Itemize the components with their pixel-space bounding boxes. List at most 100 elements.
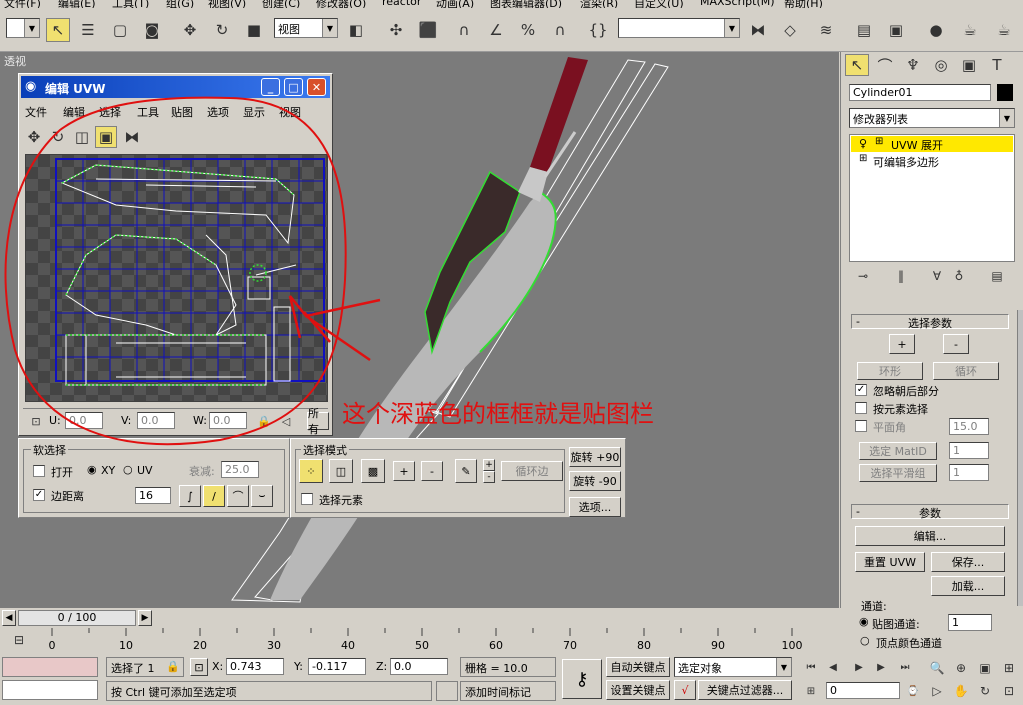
curve-editor-icon[interactable]: ▤	[852, 18, 876, 42]
keyboard-override-icon[interactable]: ⬛	[416, 18, 440, 42]
next-frame-button[interactable]: ▶	[138, 610, 152, 626]
time-config-icon[interactable]: ⌚	[904, 683, 922, 699]
matid-field[interactable]: 1	[949, 442, 989, 459]
y-coordinate-field[interactable]: -0.117	[308, 658, 366, 675]
falloff-fast-icon[interactable]: ⌣	[251, 485, 273, 507]
prev-key-icon[interactable]: ◀	[824, 659, 842, 675]
vertex-color-radio[interactable]: ○	[860, 634, 870, 647]
add-time-tag[interactable]: 添加时间标记	[460, 681, 556, 701]
modifier-list-combo[interactable]: 修改器列表 ▼	[849, 108, 1015, 128]
planar-angle-checkbox[interactable]	[855, 420, 867, 432]
falloff-field[interactable]: 25.0	[221, 461, 259, 478]
menu-graph-editors[interactable]: 图表编辑器(D)	[490, 0, 562, 8]
move-icon[interactable]: ✥	[178, 18, 202, 42]
z-coordinate-field[interactable]: 0.0	[390, 658, 448, 675]
goto-end-icon[interactable]: ⏭	[896, 659, 914, 675]
zoom-extents-icon[interactable]: ▣	[976, 659, 994, 677]
select-matid-button[interactable]: 选定 MatID	[859, 442, 937, 460]
map-channel-radio[interactable]: ◉	[859, 615, 869, 628]
key-mode-toggle-icon[interactable]: ⊞	[802, 683, 820, 699]
display-tab-icon[interactable]: ▣	[957, 54, 981, 76]
command-panel-scrollbar[interactable]	[1017, 310, 1023, 606]
object-color-swatch[interactable]	[997, 84, 1013, 101]
menu-file[interactable]: 文件(F)	[4, 0, 41, 8]
falloff-slow-icon[interactable]: ⌒	[227, 485, 249, 507]
rect-selection-icon[interactable]: ▢	[108, 18, 132, 42]
edit-named-selection-icon[interactable]: {}	[586, 18, 610, 42]
select-params-rollout[interactable]: - 选择参数	[851, 314, 1009, 330]
menu-rendering[interactable]: 渲染(R)	[580, 0, 618, 8]
ring-button[interactable]: 环形	[857, 362, 923, 380]
smooth-group-field[interactable]: 1	[949, 464, 989, 481]
zoom-icon[interactable]: 🔍	[928, 659, 946, 677]
shrink-selection-button[interactable]: -	[421, 461, 443, 481]
zoom-extents-all-icon[interactable]: ⊞	[1000, 659, 1018, 677]
set-key-button[interactable]: 设置关键点	[606, 680, 670, 700]
select-by-name-icon[interactable]: ☰	[76, 18, 100, 42]
paint-select-icon[interactable]: ✎	[455, 459, 477, 483]
current-frame-field[interactable]: 0	[826, 682, 900, 699]
contract-selection-button[interactable]: -	[943, 334, 969, 354]
loop-edge-button[interactable]: 循环边	[501, 461, 563, 481]
face-mode-icon[interactable]: ▩	[361, 459, 385, 483]
rotate-icon[interactable]: ↻	[210, 18, 234, 42]
soft-open-checkbox[interactable]	[33, 465, 45, 477]
prev-frame-button[interactable]: ◀	[2, 610, 16, 626]
menu-edit[interactable]: 编辑(E)	[58, 0, 96, 8]
falloff-linear-icon[interactable]: /	[203, 485, 225, 507]
ignore-backfacing-checkbox[interactable]: ✓	[855, 384, 867, 396]
falloff-smooth-icon[interactable]: ∫	[179, 485, 201, 507]
absolute-transform-icon[interactable]: ⊡	[190, 658, 208, 676]
stack-item-poly[interactable]: ⊞ 可编辑多边形	[851, 153, 1013, 169]
pan-icon[interactable]: ✋	[952, 682, 970, 700]
rotate-plus90-button[interactable]: 旋转 +90	[569, 447, 621, 467]
planar-angle-field[interactable]: 15.0	[949, 418, 989, 435]
pivot-icon[interactable]: ◧	[344, 18, 368, 42]
xy-radio[interactable]: ◉	[87, 463, 97, 476]
expand-icon[interactable]: ⊞	[859, 153, 867, 164]
named-selection-combo[interactable]: ▼	[618, 18, 740, 38]
spinner-snap-icon[interactable]: ∩	[548, 18, 572, 42]
orbit-icon[interactable]: ↻	[976, 682, 994, 700]
edit-button[interactable]: 编辑...	[855, 526, 1005, 546]
key-mode-combo[interactable]: 选定对象 ▼	[674, 657, 792, 677]
play-icon[interactable]: ▶	[850, 659, 868, 675]
modify-tab-icon[interactable]: ⌒	[873, 54, 897, 76]
object-name-field[interactable]: Cylinder01	[849, 84, 991, 101]
show-end-result-icon[interactable]: ‖	[891, 266, 911, 286]
menu-animation[interactable]: 动画(A)	[436, 0, 474, 8]
menu-customize[interactable]: 自定义(U)	[634, 0, 684, 8]
options-button[interactable]: 选项...	[569, 497, 621, 517]
snap-toggle-icon[interactable]: ∩	[452, 18, 476, 42]
make-unique-icon[interactable]: ∀	[927, 266, 947, 286]
set-key-icon[interactable]: ⚷	[562, 659, 602, 699]
paint-grow-button[interactable]: +	[483, 459, 495, 471]
expand-selection-button[interactable]: +	[889, 334, 915, 354]
window-crossing-icon[interactable]: ◙	[140, 18, 164, 42]
stack-item-unwrap[interactable]: ♀ ⊞ UVW 展开	[851, 136, 1013, 152]
motion-tab-icon[interactable]: ◎	[929, 54, 953, 76]
maxscript-listener[interactable]	[2, 657, 98, 677]
params-rollout[interactable]: - 参数	[851, 504, 1009, 520]
render-scene-icon[interactable]: ☕	[958, 18, 982, 42]
menu-create[interactable]: 创建(C)	[262, 0, 300, 8]
paint-shrink-button[interactable]: -	[483, 471, 495, 483]
light-bulb-icon[interactable]: ♀	[859, 137, 867, 150]
menu-views[interactable]: 视图(V)	[208, 0, 246, 8]
menu-tools[interactable]: 工具(T)	[112, 0, 149, 8]
load-button[interactable]: 加载...	[931, 576, 1005, 596]
edge-distance-checkbox[interactable]: ✓	[33, 489, 45, 501]
layer-manager-icon[interactable]: ≋	[814, 18, 838, 42]
next-key-icon[interactable]: ▶	[872, 659, 890, 675]
track-bar[interactable]: ⊟ 0 10 20 30 40 50 60 70 80 90 100	[0, 628, 840, 655]
edge-mode-icon[interactable]: ◫	[329, 459, 353, 483]
goto-start-icon[interactable]: ⏮	[802, 659, 820, 675]
select-object-icon[interactable]: ↖	[46, 18, 70, 42]
angle-snap-icon[interactable]: ∠	[484, 18, 508, 42]
expand-icon[interactable]: ⊞	[875, 136, 883, 147]
vertex-mode-icon[interactable]: ⁘	[299, 459, 323, 483]
hierarchy-tab-icon[interactable]: ♆	[901, 54, 925, 76]
map-channel-field[interactable]: 1	[948, 614, 992, 631]
create-tab-icon[interactable]: ↖	[845, 54, 869, 76]
quick-render-icon[interactable]: ☕	[992, 18, 1016, 42]
